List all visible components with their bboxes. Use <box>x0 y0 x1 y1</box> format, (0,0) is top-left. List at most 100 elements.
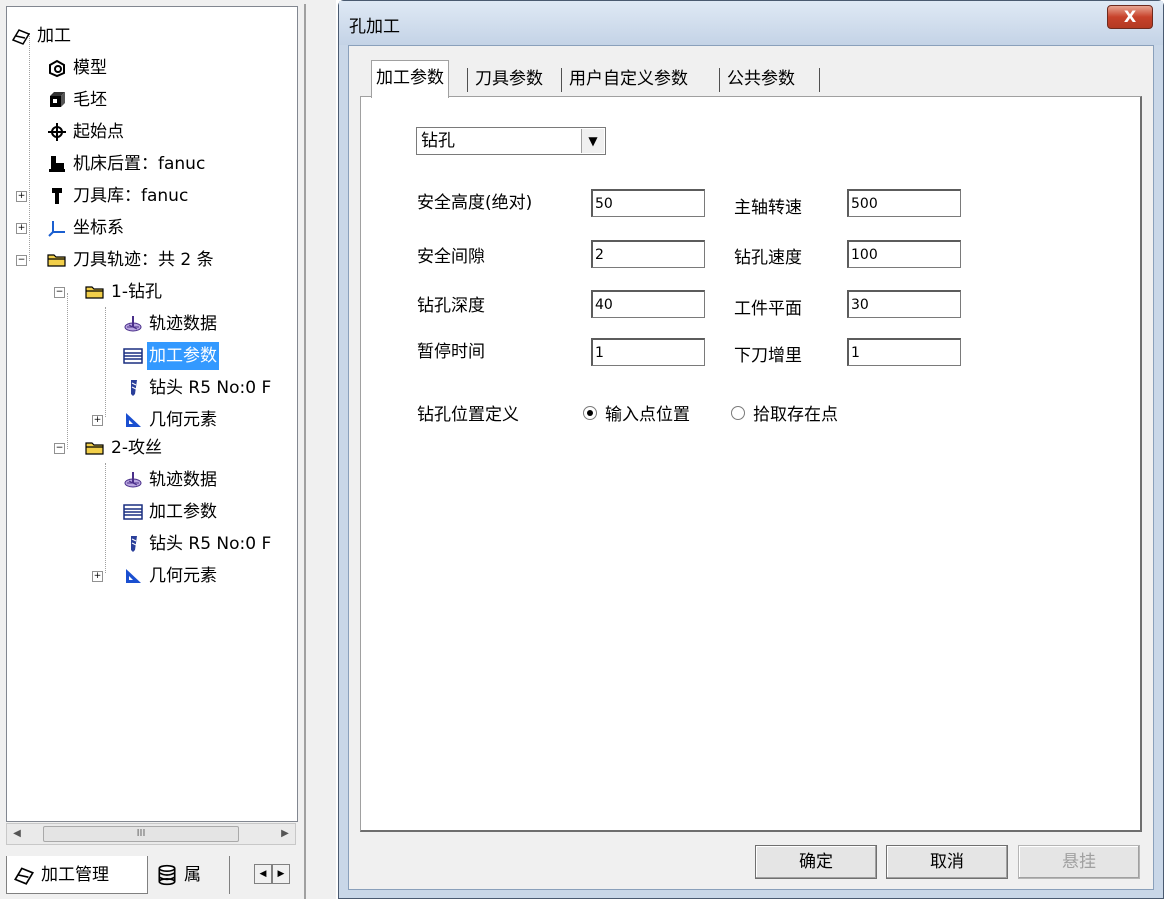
tree-item-label: 钻头 R5 No:0 F <box>149 378 272 398</box>
safe-height-input[interactable] <box>591 189 705 217</box>
tree-item-label: 几何元素 <box>149 410 217 430</box>
dwell-time-input[interactable] <box>591 338 705 366</box>
tree-item-toolpath-data[interactable]: 轨迹数据 <box>123 466 219 494</box>
tree-item-label: 轨迹数据 <box>149 314 217 334</box>
expand-toggle[interactable]: + <box>16 191 27 202</box>
collapse-toggle[interactable]: − <box>54 287 65 298</box>
tree-item-coordinate-system[interactable]: + 坐标系 <box>16 214 126 242</box>
tab-machining-params[interactable]: 加工参数 <box>371 60 449 98</box>
drill-mode-value: 钻孔 <box>421 131 455 151</box>
scroll-left-icon[interactable]: ◀ <box>7 824 27 844</box>
position-definition-label: 钻孔位置定义 <box>417 405 519 425</box>
tree-item-blank[interactable]: 毛坯 <box>47 86 109 114</box>
tab-scroll-right-icon[interactable]: ▶ <box>272 864 290 884</box>
tree-item-label: 起始点 <box>73 122 124 142</box>
folder-icon <box>47 250 67 270</box>
folder-icon <box>85 438 105 458</box>
blank-icon <box>47 90 67 110</box>
toolpath-data-icon <box>123 470 143 490</box>
parameters-icon <box>123 502 143 522</box>
tree-item-label: 2-攻丝 <box>111 438 162 458</box>
drill-speed-input[interactable] <box>847 240 961 268</box>
tree-item-machine-post[interactable]: 机床后置：fanuc <box>47 150 207 178</box>
drill-depth-label: 钻孔深度 <box>417 296 485 316</box>
dialog-client: 加工参数 刀具参数 用户自定义参数 公共参数 钻孔 ▼ 安全高度(绝对) 主轴转… <box>348 45 1154 890</box>
tree-item-label: 加工参数 <box>147 342 219 370</box>
drill-mode-select[interactable]: 钻孔 ▼ <box>416 127 606 155</box>
tree-item-geometry[interactable]: + 几何元素 <box>92 406 219 434</box>
radio-input-point[interactable]: 输入点位置 <box>583 400 690 425</box>
radio-label: 拾取存在点 <box>753 405 838 425</box>
panel-tabs: 加工管理 属 ◀ ▶ <box>6 856 296 894</box>
tab-scroll-left-icon[interactable]: ◀ <box>254 864 272 884</box>
machining-icon <box>13 864 35 886</box>
tree-item-toolpath-data[interactable]: 轨迹数据 <box>123 310 219 338</box>
folder-icon <box>85 282 105 302</box>
drill-speed-label: 钻孔速度 <box>734 248 802 268</box>
close-button[interactable]: X <box>1107 5 1153 29</box>
tab-user-params[interactable]: 用户自定义参数 <box>565 62 692 96</box>
tree-item-drill-bit[interactable]: 钻头 R5 No:0 F <box>123 530 273 558</box>
tab-common-params[interactable]: 公共参数 <box>723 62 799 96</box>
hole-machining-dialog: 孔加工 X 加工参数 刀具参数 用户自定义参数 公共参数 钻孔 ▼ 安全高度(绝… <box>338 0 1164 899</box>
tree-item-label: 毛坯 <box>73 90 107 110</box>
radio-pick-point[interactable]: 拾取存在点 <box>731 400 838 425</box>
start-point-icon <box>47 122 67 142</box>
machining-icon <box>11 26 31 46</box>
machine-post-icon <box>47 154 67 174</box>
tab-tool-params[interactable]: 刀具参数 <box>471 62 547 96</box>
expand-toggle[interactable]: + <box>16 223 27 234</box>
work-plane-label: 工件平面 <box>734 299 802 319</box>
safe-gap-input[interactable] <box>591 240 705 268</box>
tab-label: 属 <box>184 865 201 885</box>
toolpath-data-icon <box>123 314 143 334</box>
collapse-toggle[interactable]: − <box>16 255 27 266</box>
tab-label: 加工管理 <box>41 864 109 885</box>
collapse-toggle[interactable]: − <box>54 443 65 454</box>
chevron-down-icon[interactable]: ▼ <box>581 129 604 153</box>
tree-item-drill-bit[interactable]: 钻头 R5 No:0 F <box>123 374 273 402</box>
tree-item-tool-library[interactable]: + 刀具库：fanuc <box>16 182 190 210</box>
drill-depth-input[interactable] <box>591 290 705 318</box>
tab-machining-manager[interactable]: 加工管理 <box>6 856 148 894</box>
tree-item-label: 钻头 R5 No:0 F <box>149 534 272 554</box>
tree-item-model[interactable]: 模型 <box>47 54 109 82</box>
tree-panel: 加工 模型 毛坯 起始点 机床后置：fanuc + 刀具库：fanuc + 坐标… <box>0 0 300 899</box>
geometry-icon <box>123 566 143 586</box>
dwell-time-label: 暂停时间 <box>417 342 485 362</box>
tree-item-operation-2[interactable]: − 2-攻丝 <box>54 434 164 462</box>
tree-item-parameters[interactable]: 加工参数 <box>123 342 219 370</box>
model-icon <box>47 58 67 78</box>
drill-bit-icon <box>123 378 143 398</box>
tree-item-start-point[interactable]: 起始点 <box>47 118 126 146</box>
radio-checked-icon <box>583 405 597 420</box>
suspend-button[interactable]: 悬挂 <box>1018 845 1140 879</box>
database-icon <box>156 864 178 886</box>
cancel-button[interactable]: 取消 <box>886 845 1008 879</box>
job-tree: 加工 模型 毛坯 起始点 机床后置：fanuc + 刀具库：fanuc + 坐标… <box>6 6 298 822</box>
tree-item-label: 坐标系 <box>73 218 124 238</box>
ok-button[interactable]: 确定 <box>755 845 877 879</box>
safe-gap-label: 安全间隙 <box>417 247 485 267</box>
horizontal-scrollbar[interactable]: ◀ III ▶ <box>6 823 296 845</box>
panel-splitter[interactable] <box>300 0 336 899</box>
down-step-input[interactable] <box>847 338 961 366</box>
spindle-speed-input[interactable] <box>847 189 961 217</box>
tree-item-geometry[interactable]: + 几何元素 <box>92 562 219 590</box>
tree-connector <box>105 463 106 573</box>
expand-toggle[interactable]: + <box>92 571 103 582</box>
tree-item-toolpaths[interactable]: − 刀具轨迹：共 2 条 <box>16 246 216 274</box>
tree-item-machining[interactable]: 加工 <box>11 22 73 50</box>
tree-item-parameters[interactable]: 加工参数 <box>123 498 219 526</box>
radio-label: 输入点位置 <box>605 405 690 425</box>
scroll-thumb[interactable]: III <box>43 826 239 842</box>
tab-properties[interactable]: 属 <box>150 856 230 894</box>
drill-bit-icon <box>123 534 143 554</box>
down-step-label: 下刀增里 <box>734 346 802 366</box>
scroll-right-icon[interactable]: ▶ <box>275 824 295 844</box>
work-plane-input[interactable] <box>847 290 961 318</box>
tree-item-label: 刀具库：fanuc <box>73 186 189 206</box>
dialog-titlebar[interactable]: 孔加工 X <box>339 1 1163 45</box>
tree-item-operation-1[interactable]: − 1-钻孔 <box>54 278 164 306</box>
expand-toggle[interactable]: + <box>92 415 103 426</box>
